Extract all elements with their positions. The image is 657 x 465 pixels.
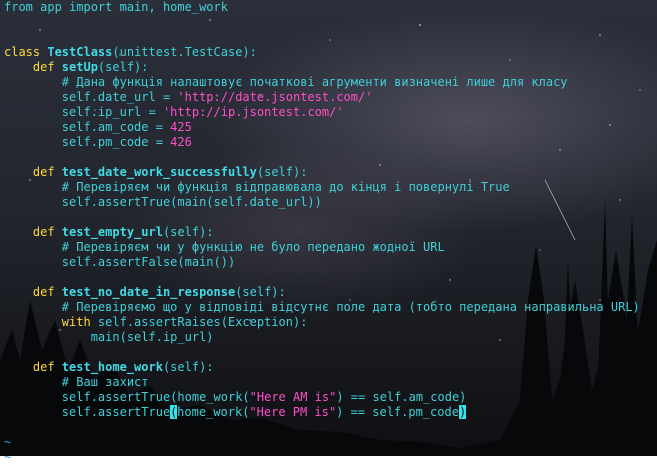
code-token: (self):	[256, 165, 308, 179]
keyword-token: class	[4, 45, 48, 59]
code-line[interactable]: def test_empty_url(self):	[4, 225, 654, 240]
code-line[interactable]: self.assertTrue(home_work("Here AM is") …	[4, 390, 654, 405]
code-line[interactable]	[4, 15, 654, 30]
empty-line-marker: ~	[4, 450, 12, 464]
code-line[interactable]: def test_date_work_successfully(self):	[4, 165, 654, 180]
keyword-token: def	[4, 360, 62, 374]
code-token: (self):	[162, 360, 214, 374]
code-line[interactable]: def test_no_date_in_response(self):	[4, 285, 654, 300]
code-token: ) == self.am_code)	[336, 390, 467, 404]
code-token: main(self.ip_url)	[4, 330, 214, 344]
code-token: (self):	[235, 285, 286, 299]
string-token: "Here AM is"	[249, 390, 337, 404]
code-line[interactable]: # Перевіряємо що у відповіді відсутнє по…	[4, 300, 654, 315]
code-line[interactable]	[4, 150, 654, 165]
code-token: # Дана функція налаштовує початкові агру…	[4, 75, 568, 89]
code-line[interactable]: self.assertFalse(main())	[4, 255, 654, 270]
function-name-token: test_home_work	[61, 360, 163, 374]
number-token: 425	[170, 120, 192, 134]
code-line[interactable]	[4, 270, 654, 285]
code-token: # Перевіряємо що у відповіді відсутнє по…	[4, 300, 640, 314]
function-name-token: test_date_work_successfully	[61, 165, 257, 179]
code-token: ) == self.pm_code	[336, 405, 459, 419]
text-cursor: )	[458, 405, 467, 419]
empty-line-marker: ~	[4, 435, 12, 449]
code-token: self.assertRaises(Exception):	[97, 315, 308, 329]
code-line[interactable]	[4, 345, 654, 360]
code-line[interactable]	[4, 30, 654, 45]
code-line[interactable]: ~	[4, 450, 654, 465]
string-token: 'http://ip.jsontest.com/'	[162, 105, 344, 119]
code-line[interactable]	[4, 420, 654, 435]
code-token: home_work(	[177, 405, 250, 419]
string-token: 'http://date.jsontest.com/'	[177, 90, 373, 104]
keyword-token: def	[4, 165, 62, 179]
keyword-token: def	[4, 285, 62, 299]
code-token: (self):	[162, 225, 214, 239]
code-line[interactable]: self.am_code = 425	[4, 120, 654, 135]
code-line[interactable]: self.pm_code = 426	[4, 135, 654, 150]
string-token: "Here PM is"	[249, 405, 337, 419]
keyword-token: def	[4, 60, 62, 74]
code-line[interactable]: # Перевіряєм чи функція відправювала до …	[4, 180, 654, 195]
code-line[interactable]: # Ваш захист	[4, 375, 654, 390]
code-line[interactable]: self.assertTrue(main(self.date_url))	[4, 195, 654, 210]
code-line[interactable]: # Перевіряєм чи у функцію не було переда…	[4, 240, 654, 255]
code-line[interactable]: self.ip_url = 'http://ip.jsontest.com/'	[4, 105, 654, 120]
code-token: self.ip_url =	[4, 105, 163, 119]
keyword-token: def	[4, 225, 62, 239]
code-token: self.assertTrue(main(self.date_url))	[4, 195, 322, 209]
code-token: self.pm_code =	[4, 135, 171, 149]
function-name-token: test_no_date_in_response	[61, 285, 236, 299]
code-token: self.assertTrue(home_work(	[4, 390, 250, 404]
code-line[interactable]: def setUp(self):	[4, 60, 654, 75]
code-editor[interactable]: from app import main, home_work class Te…	[4, 0, 654, 465]
number-token: 426	[170, 135, 192, 149]
code-line[interactable]: with self.assertRaises(Exception):	[4, 315, 654, 330]
code-token: (self):	[97, 60, 149, 74]
code-token: self.am_code =	[4, 120, 171, 134]
function-name-token: TestClass	[47, 45, 113, 59]
code-line[interactable]: class TestClass(unittest.TestCase):	[4, 45, 654, 60]
function-name-token: setUp	[61, 60, 98, 74]
code-line[interactable]: # Дана функція налаштовує початкові агру…	[4, 75, 654, 90]
function-name-token: test_empty_url	[61, 225, 163, 239]
code-token: self.assertFalse(main())	[4, 255, 236, 269]
code-line[interactable]: def test_home_work(self):	[4, 360, 654, 375]
code-line[interactable]	[4, 210, 654, 225]
code-token: (unittest.TestCase):	[112, 45, 257, 59]
code-token: self.date_url =	[4, 90, 178, 104]
code-token: self.assertTrue	[4, 405, 171, 419]
keyword-token: with	[4, 315, 98, 329]
code-token: from app import main, home_work	[4, 0, 228, 14]
code-line[interactable]: self.assertTrue(home_work("Here PM is") …	[4, 405, 654, 420]
code-token: # Ваш захист	[4, 375, 149, 389]
code-token: # Перевіряєм чи у функцію не було переда…	[4, 240, 445, 254]
code-line[interactable]: self.date_url = 'http://date.jsontest.co…	[4, 90, 654, 105]
code-line[interactable]: from app import main, home_work	[4, 0, 654, 15]
code-line[interactable]: main(self.ip_url)	[4, 330, 654, 345]
code-line[interactable]: ~	[4, 435, 654, 450]
code-token: # Перевіряєм чи функція відправювала до …	[4, 180, 510, 194]
